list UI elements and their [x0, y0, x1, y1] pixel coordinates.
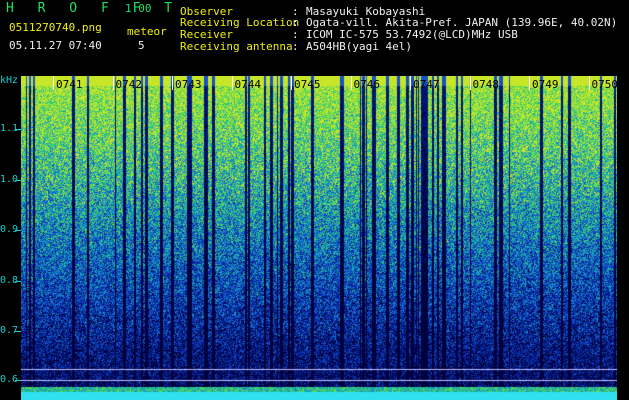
app-name: H R O F F T [6, 1, 181, 16]
spectrogram-canvas[interactable] [21, 76, 617, 400]
time-label: 0742 [115, 78, 143, 91]
file-name: 0511270740.png [9, 21, 102, 34]
time-label: 0746 [353, 78, 381, 91]
time-marker [529, 76, 530, 90]
header: H R O F F T 1.00 0511270740.png meteor 0… [0, 0, 629, 76]
time-label: 0741 [56, 78, 83, 91]
time-label: 0747 [413, 78, 440, 91]
info-value-antenna: A504HB(yagi 4el) [306, 40, 412, 53]
axis-unit: kHz [0, 75, 19, 86]
time-marker [410, 76, 411, 90]
time-label: 0743 [175, 78, 202, 91]
time-marker [112, 76, 114, 90]
time-marker [350, 76, 352, 90]
time-marker [172, 76, 173, 90]
app-version: 1.00 [125, 2, 152, 15]
info-label-antenna: Receiving antenna [180, 40, 293, 53]
time-marker [53, 76, 54, 90]
meteor-label: meteor [127, 25, 167, 38]
info-sep: : [292, 40, 299, 53]
right-margin [617, 76, 629, 400]
time-label: 0748 [472, 78, 500, 91]
time-label: 0750 [591, 78, 618, 91]
meteor-count: 5 [138, 39, 145, 52]
frequency-axis: kHz 1.1 1.0 0.9 0.8 0.7 0.6 [0, 76, 21, 400]
time-marker [291, 76, 292, 90]
time-marker [588, 76, 590, 90]
spectrogram[interactable]: 0741 0742 0743 0744 0745 0746 0747 0748 0749 0750 [21, 76, 617, 400]
time-marker [231, 76, 233, 90]
time-label: 0744 [234, 78, 262, 91]
time-marker [469, 76, 471, 90]
time-label: 0749 [532, 78, 559, 91]
time-label: 0745 [294, 78, 321, 91]
file-timestamp: 05.11.27 07:40 [9, 39, 102, 52]
